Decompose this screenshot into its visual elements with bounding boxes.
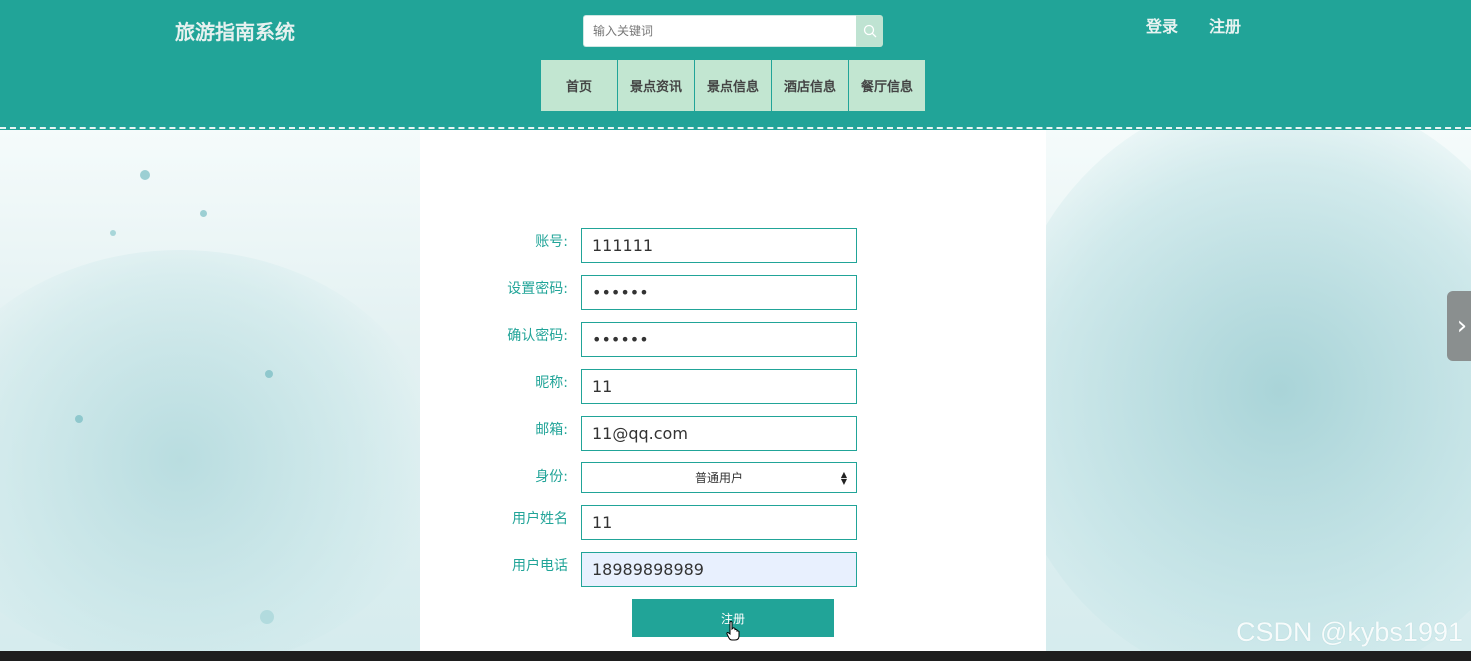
watercolor-dot [140,170,150,180]
watercolor-dot [260,610,274,624]
site-title: 旅游指南系统 [175,20,295,44]
watercolor-blot [1000,130,1471,651]
phone-field[interactable] [581,552,857,587]
phone-label: 用户电话 [512,558,568,574]
side-expand-tab[interactable]: › [1447,291,1471,361]
email-field[interactable] [581,416,857,451]
main-nav: 首页 景点资讯 景点信息 酒店信息 餐厅信息 [541,60,925,111]
account-field[interactable] [581,228,857,263]
select-arrows-icon: ▲ ▼ [840,470,847,486]
search-button[interactable] [856,15,883,47]
real-name-field[interactable] [581,505,857,540]
watercolor-dot [200,210,207,217]
nav-item-attractions[interactable]: 景点信息 [695,60,771,111]
real-name-label: 用户姓名 [512,511,568,527]
nickname-label: 昵称: [535,375,568,391]
nav-item-restaurants[interactable]: 餐厅信息 [849,60,925,111]
search-input[interactable] [583,15,856,47]
nav-item-home[interactable]: 首页 [541,60,617,111]
watercolor-dot [265,370,273,378]
watermark: CSDN @kybs1991 [1236,617,1463,647]
top-header: 旅游指南系统 登录 注册 首页 景点资讯 景点信息 酒店信息 餐厅信息 [0,0,1471,130]
nav-item-attraction-news[interactable]: 景点资讯 [618,60,694,111]
chevron-right-icon: › [1456,311,1468,341]
account-label: 账号: [535,234,568,250]
role-label: 身份: [535,469,568,485]
password-field[interactable] [581,275,857,310]
login-link[interactable]: 登录 [1146,13,1178,37]
header-divider [0,127,1471,129]
confirm-password-label: 确认密码: [507,328,568,344]
confirm-password-field[interactable] [581,322,857,357]
watercolor-blot [0,250,440,651]
register-link[interactable]: 注册 [1209,13,1241,37]
email-label: 邮箱: [535,422,568,438]
nav-item-hotels[interactable]: 酒店信息 [772,60,848,111]
role-select[interactable]: 普通用户 ▲ ▼ [581,462,857,493]
hand-pointer-icon [726,621,740,641]
search-icon [863,24,876,38]
password-label: 设置密码: [507,281,568,297]
search-bar [583,15,883,47]
taskbar [0,651,1471,661]
nickname-field[interactable] [581,369,857,404]
watercolor-dot [110,230,116,236]
watercolor-dot [75,415,83,423]
role-select-value: 普通用户 [694,471,743,485]
